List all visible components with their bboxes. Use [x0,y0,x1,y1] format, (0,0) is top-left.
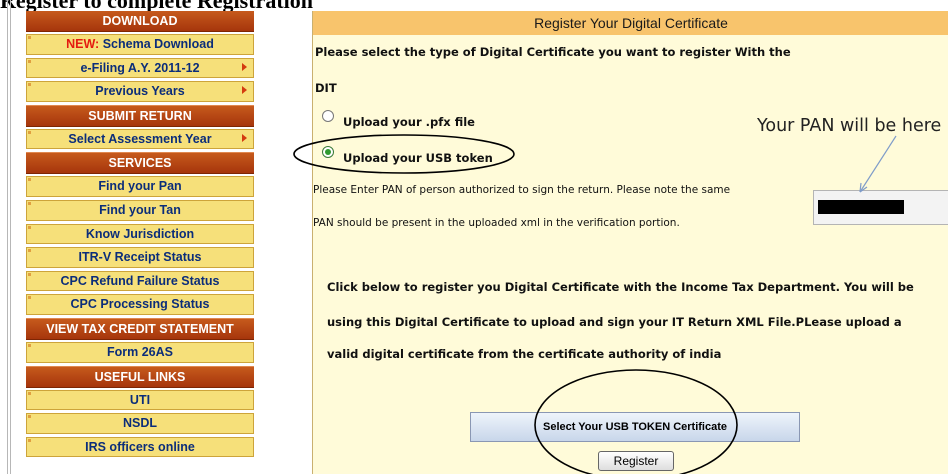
submenu-arrow-icon [242,86,247,95]
sidebar-item-cpc-refund-failure-status[interactable]: CPC Refund Failure Status [26,270,254,292]
sidebar-item-label: Schema Download [102,37,214,51]
select-prompt-cont: DIT [315,81,337,95]
sidebar-item-label: Know Jurisdiction [85,226,195,241]
sidebar-item-select-assessment-year[interactable]: Select Assessment Year [26,128,254,150]
sidebar-item-label: Select Assessment Year [68,131,212,146]
sidebar-nav: DOWNLOAD NEW: Schema Download e-Filing A.Y… [26,11,254,474]
sidebar-item-label: Find your Pan [98,179,182,194]
sidebar-section-submit-return: SUBMIT RETURN [26,104,254,127]
sidebar-bullet-icon [28,272,31,276]
sidebar-bullet-icon [28,344,31,347]
sidebar-item-schema-download[interactable]: NEW: Schema Download [26,34,254,55]
panel-title: Register Your Digital Certificate [313,11,948,35]
sidebar-bullet-icon [28,249,31,253]
sidebar-bullet-icon [28,59,31,63]
usb-token-radio[interactable] [322,146,334,158]
sidebar-item-cpc-processing-status[interactable]: CPC Processing Status [26,294,254,315]
sidebar-section-download: DOWNLOAD [26,11,254,32]
sidebar-item-label: USEFUL LINKS [94,369,186,384]
usb-token-option-label[interactable]: Upload your USB token [343,151,493,165]
sidebar-section-useful-links: USEFUL LINKS [26,365,254,388]
sidebar-item-label: SUBMIT RETURN [88,108,192,123]
sidebar-bullet-icon [28,178,31,182]
sidebar-item-label: SERVICES [108,156,172,171]
sidebar-section-view-tax-credit-statement: VIEW TAX CREDIT STATEMENT [26,318,254,340]
sidebar-item-irs-officers-online[interactable]: IRS officers online [26,436,254,458]
sidebar-item-form-26as[interactable]: Form 26AS [26,342,254,363]
submenu-arrow-icon [242,62,247,71]
pan-note-cont: PAN should be present in the uploaded xm… [313,217,680,229]
pfx-option-label[interactable]: Upload your .pfx file [343,115,475,129]
info-text-end: valid digital certificate from the certi… [327,347,722,361]
sidebar-item-know-jurisdiction[interactable]: Know Jurisdiction [26,223,254,245]
sidebar-item-label: NSDL [122,416,158,431]
sidebar-item-find-your-pan[interactable]: Find your Pan [26,176,254,197]
new-badge: NEW: [66,37,100,51]
sidebar-item-label: IRS officers online [85,439,195,454]
pan-input[interactable] [813,190,948,225]
sidebar-item-label: ITR-V Receipt Status [78,250,202,265]
sidebar-item-nsdl[interactable]: NSDL [26,413,254,434]
sidebar-bullet-icon [28,202,31,205]
register-certificate-panel: Register Your Digital Certificate Please… [312,11,948,474]
pan-value-redacted [818,200,904,214]
sidebar-bullet-icon [28,83,31,87]
pfx-radio[interactable] [322,110,334,122]
sidebar-item-label: Previous Years [95,84,185,99]
sidebar-item-uti[interactable]: UTI [26,389,254,411]
sidebar-item-label: e-Filing A.Y. 2011-12 [80,60,200,75]
sidebar-item-label: VIEW TAX CREDIT STATEMENT [46,322,234,336]
select-usb-token-certificate-button[interactable]: Select Your USB TOKEN Certificate [470,412,800,442]
sidebar-bullet-icon [28,36,31,39]
select-prompt: Please select the type of Digital Certif… [315,45,791,59]
sidebar-section-services: SERVICES [26,152,254,175]
sidebar-bullet-icon [28,130,31,134]
pan-note: Please Enter PAN of person authorized to… [313,184,731,196]
sidebar-bullet-icon [28,296,31,300]
register-button[interactable]: Register [598,451,674,471]
info-text: Click below to register you Digital Cert… [327,280,914,294]
sidebar-item-find-your-tan[interactable]: Find your Tan [26,200,254,221]
sidebar-item-label: DOWNLOAD [102,14,178,28]
divider [10,0,11,474]
sidebar-item-e-filing-a-y-2011-12[interactable]: e-Filing A.Y. 2011-12 [26,57,254,79]
sidebar-item-label: Find your Tan [99,203,181,217]
submenu-arrow-icon [242,133,247,142]
sidebar-item-itr-v-receipt-status[interactable]: ITR-V Receipt Status [26,247,254,268]
divider [7,0,8,474]
sidebar-item-label: UTI [129,392,151,407]
sidebar-bullet-icon [28,391,31,395]
sidebar-item-label: CPC Refund Failure Status [60,273,220,288]
sidebar-bullet-icon [28,415,31,419]
sidebar-item-label: CPC Processing Status [70,297,210,312]
annotation-label: Your PAN will be here [757,116,942,136]
sidebar-item-label: Form 26AS [107,345,173,359]
info-text-cont: using this Digital Certificate to upload… [327,315,902,329]
sidebar-item-previous-years[interactable]: Previous Years [26,81,254,102]
sidebar-bullet-icon [28,225,31,229]
sidebar-bullet-icon [28,438,31,442]
